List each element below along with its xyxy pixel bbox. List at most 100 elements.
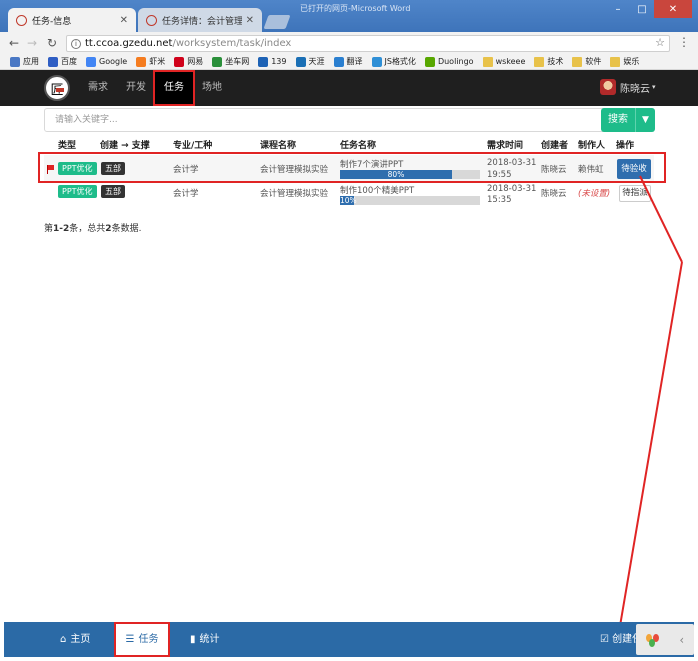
footer-task-button[interactable]: ☰ 任务 [114,622,170,657]
column-header-course: 课程名称 [260,141,297,151]
back-arrow-icon[interactable]: ← [6,35,22,51]
bookmark-item[interactable]: 软件 [572,56,601,67]
pagination-summary: 第1-2条，总共2条数据. [44,221,141,234]
bookmark-label: wskeee [495,57,526,66]
footer-home-label: 主页 [70,634,91,645]
bookmark-item[interactable]: Duolingo [424,56,474,67]
address-bar[interactable]: i tt.ccoa.gzedu.net /worksystem/task/ind… [66,35,670,52]
duolingo-owl-icon [424,56,435,67]
mail139-icon [258,56,269,67]
task-name-link[interactable]: 制作100个精美PPT [340,184,414,196]
flower-logo-icon [645,633,660,647]
footer-create-task-button[interactable]: ☑ 创建任务 [600,622,636,657]
bookmark-star-icon[interactable]: ☆ [655,36,665,49]
major-cell: 会计学 [173,189,199,199]
browser-tab-strip: 任务-信息 ✕ 任务详情：会计管理模拟 ✕ 已打开的网页-Microsoft W… [0,0,698,32]
bookmark-label: 翻译 [346,57,363,66]
summary-middle: 条，总共 [69,224,106,234]
search-button[interactable]: 搜索 [601,108,635,132]
minimize-icon[interactable]: – [606,0,630,18]
bookmark-label: 虾米 [149,57,166,66]
column-header-type: 类型 [58,141,77,151]
xiami-icon [136,56,147,67]
site-favicon-icon [146,14,157,26]
annotation-highlight-box [38,152,666,183]
type-tag: PPT优化 [58,185,97,198]
forward-arrow-icon[interactable]: → [24,35,40,51]
bookmark-label: 百度 [61,57,77,66]
creator-cell: 陈晓云 [541,189,567,199]
js-format-icon [371,56,382,67]
translate-icon [333,56,344,67]
avatar [600,79,616,95]
bookmark-item[interactable]: 百度 [48,56,77,67]
browser-tab-task-info[interactable]: 任务-信息 ✕ [8,8,136,32]
nav-item-venue[interactable]: 场地 [194,70,230,106]
column-header-action: 操作 [616,141,635,151]
folder-icon [610,56,621,67]
bookmark-label: Duolingo [437,57,474,66]
footer-create-label: 创建任务 [612,634,636,645]
bookmark-item[interactable]: 应用 [10,56,39,67]
tab-close-icon[interactable]: ✕ [120,15,128,26]
window-controls: – □ ✕ [606,0,692,18]
google-g-icon [86,56,96,67]
column-header-demand-time: 需求时间 [487,141,524,151]
folder-icon [482,56,493,67]
bookmark-item[interactable]: 技术 [534,56,563,67]
site-logo[interactable]: 匠 [44,75,70,101]
search-options-caret-icon[interactable]: ▼ [635,108,655,132]
bookmark-label: 软件 [585,57,602,66]
bookmark-item[interactable]: wskeee [482,56,526,67]
bookmark-item[interactable]: 娱乐 [610,56,639,67]
bookmark-label: 技术 [547,57,564,66]
bookmark-item[interactable]: JS格式化 [371,56,416,67]
bookmark-item[interactable]: 虾米 [136,56,165,67]
tianya-icon [295,56,306,67]
nav-item-demand[interactable]: 需求 [80,70,116,106]
bookmark-item[interactable]: Google [86,56,127,67]
new-tab-button[interactable] [263,15,291,29]
bookmark-label: 139 [271,57,287,66]
footer-home-button[interactable]: ⌂ 主页 [60,622,90,657]
summary-suffix: 条数据. [111,224,142,234]
column-header-task-name: 任务名称 [340,141,377,151]
column-header-creator: 创建者 [541,141,569,151]
search-input[interactable] [45,109,601,131]
apps-grid-icon [10,56,20,67]
netease-icon [174,56,185,67]
window-title: 已打开的网页-Microsoft Word [300,4,411,13]
bookmark-item[interactable]: 翻译 [333,56,363,67]
browser-tab-title: 任务-信息 [32,16,72,27]
home-icon: ⌂ [60,634,67,645]
pending-assignment-button[interactable]: 待指派 [619,185,651,202]
user-menu[interactable]: 陈晓云 ▾ [600,79,656,95]
tab-close-icon[interactable]: ✕ [246,15,254,26]
maximize-icon[interactable]: □ [630,0,654,18]
column-header-major: 专业/工种 [173,141,213,151]
floating-widget[interactable]: ‹ [636,624,694,655]
bookmark-item[interactable]: 坐车网 [212,56,249,67]
nav-item-develop[interactable]: 开发 [118,70,154,106]
bookmark-item[interactable]: 天涯 [295,56,325,67]
user-name: 陈晓云 [620,83,650,95]
bookmark-item[interactable]: 网易 [174,56,203,67]
bar-chart-icon: ▮ [190,634,196,645]
footer-stats-button[interactable]: ▮ 统计 [190,622,220,657]
reload-icon[interactable]: ↻ [44,35,60,51]
bookmark-item[interactable]: 139 [258,56,287,67]
window-close-icon[interactable]: ✕ [654,0,692,18]
info-icon[interactable]: i [71,38,81,49]
bus-icon [212,56,223,67]
folder-icon [572,56,583,67]
column-header-create-support: 创建 → 支撑 [100,141,150,151]
search-group: 搜索 ▼ [44,108,655,132]
browser-tab-task-detail[interactable]: 任务详情：会计管理模拟 ✕ [138,8,262,32]
task-progress-bar: 10% [340,196,480,205]
table-row[interactable]: PPT优化 五部 会计学 会计管理模拟实验 制作100个精美PPT 10% 20… [44,183,654,211]
edit-icon: ☑ [600,634,609,645]
chevron-left-icon[interactable]: ‹ [679,633,684,647]
browser-menu-icon[interactable]: ⋮ [678,35,690,49]
course-cell[interactable]: 会计管理模拟实验 [260,187,328,199]
nav-item-task[interactable]: 任务 [153,70,195,106]
